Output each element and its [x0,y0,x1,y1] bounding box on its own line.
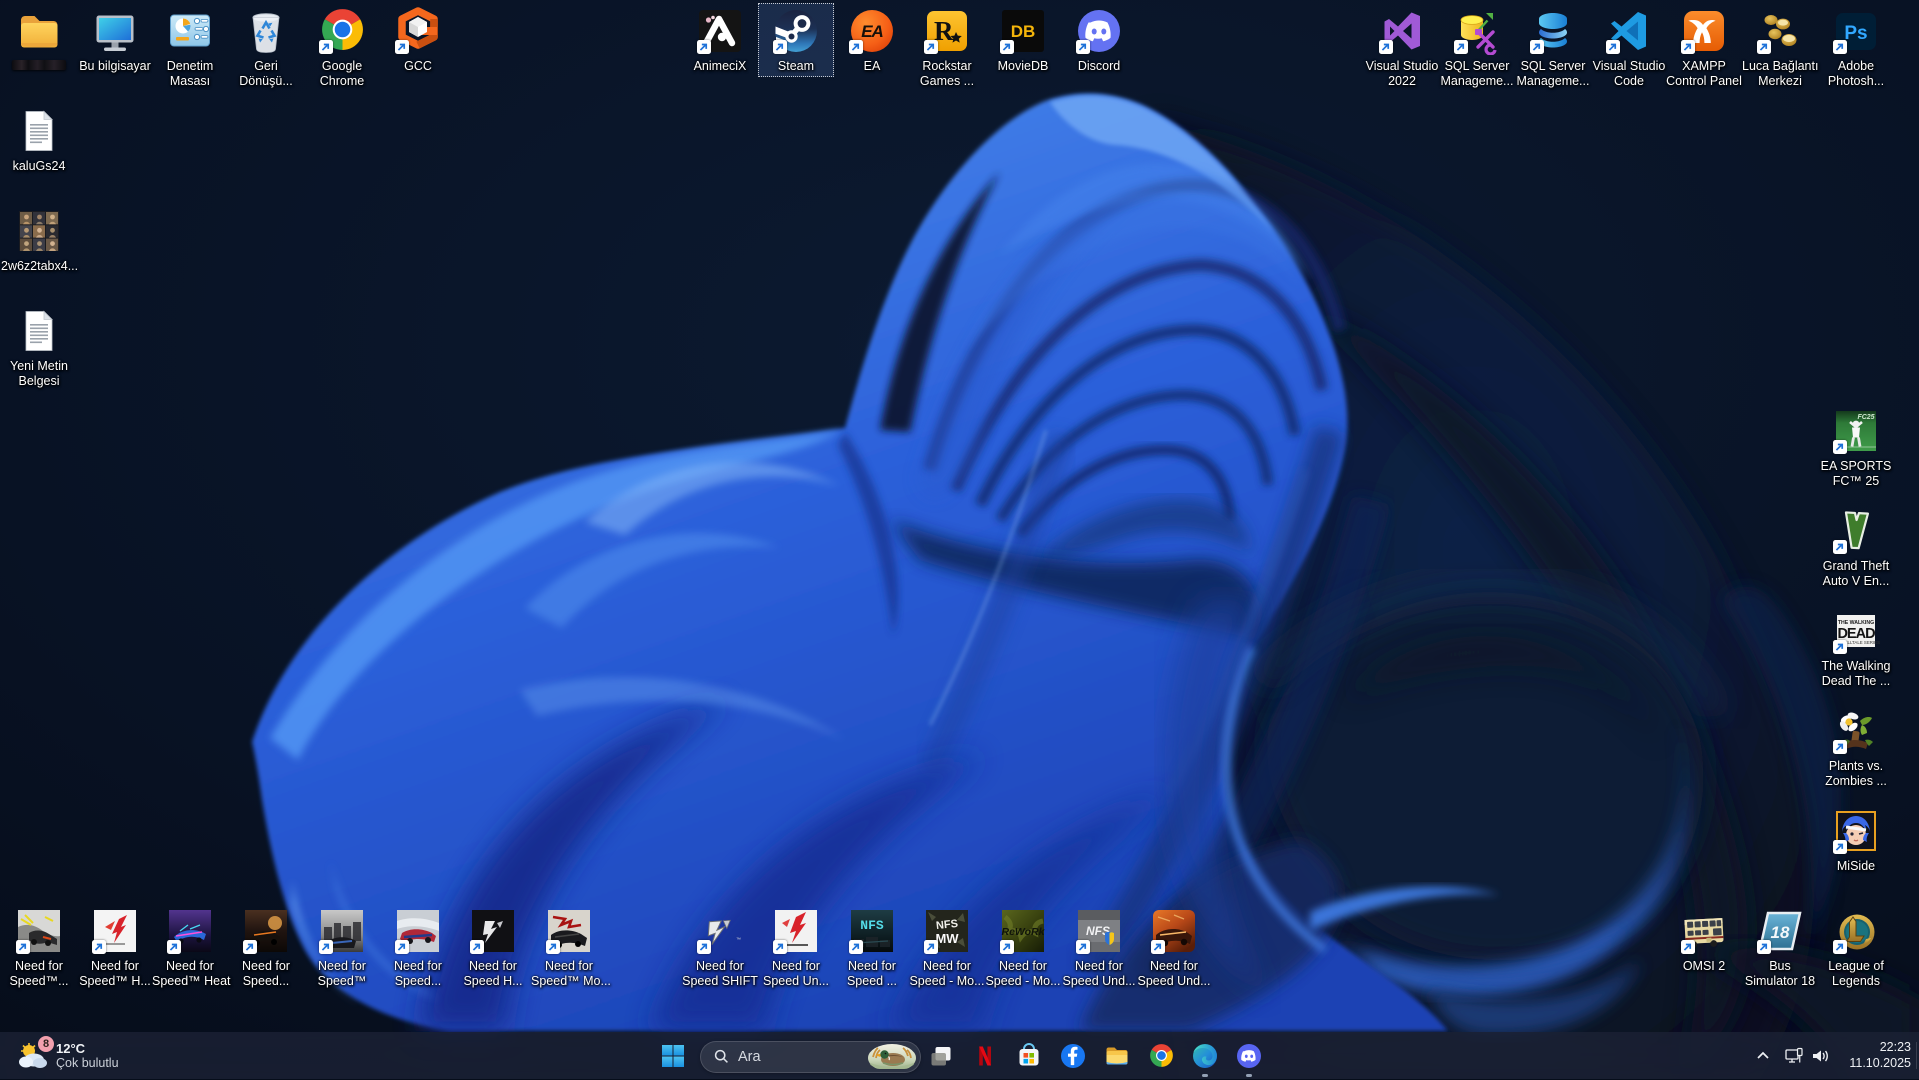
svg-text:NFS: NFS [860,918,884,933]
svg-text:NFS: NFS [935,918,958,932]
svg-text:Ps: Ps [1844,23,1867,44]
svg-text:MW: MW [935,931,959,946]
svg-text:FC25: FC25 [1857,414,1874,421]
svg-text:18: 18 [1771,923,1790,942]
svg-text:ReWoRk: ReWoRk [1002,926,1046,938]
svg-text:™: ™ [736,937,741,943]
svg-text:DB: DB [1011,22,1036,41]
svg-text:EA: EA [861,22,883,41]
